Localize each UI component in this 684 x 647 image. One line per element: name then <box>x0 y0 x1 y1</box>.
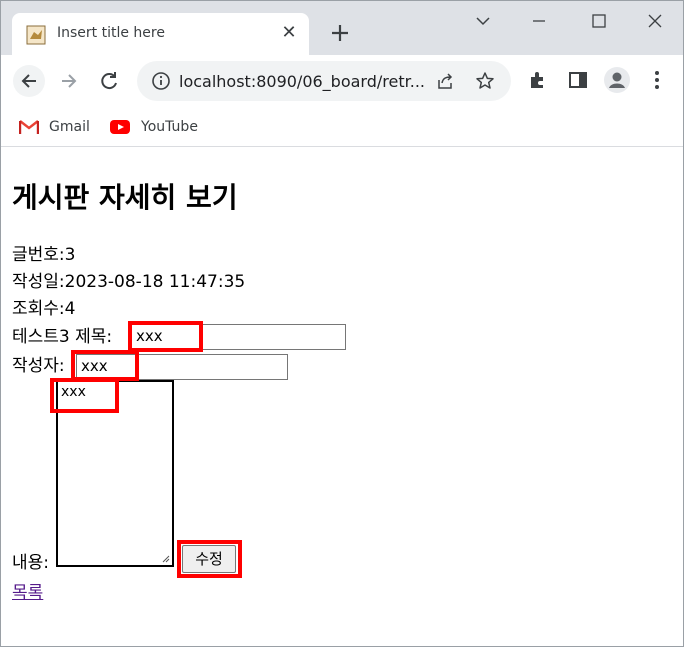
tab-search-chevron-icon[interactable] <box>463 7 503 35</box>
writer-label: 작성자: <box>12 356 65 376</box>
reload-icon[interactable] <box>93 65 125 97</box>
content-text: xxx <box>61 384 86 400</box>
title-label: 제목: <box>69 327 113 347</box>
content-textarea[interactable]: xxx <box>56 380 174 567</box>
tab-title: Insert title here <box>57 25 165 41</box>
bookmark-star-icon[interactable] <box>475 71 495 91</box>
back-arrow-icon[interactable] <box>13 65 45 97</box>
content-label: 내용: <box>12 553 50 573</box>
title-input[interactable]: xxx <box>131 324 346 350</box>
article-no-label: 글번호: <box>12 245 65 265</box>
bookmark-gmail[interactable]: Gmail <box>19 115 90 139</box>
list-link[interactable]: 목록 <box>12 578 43 603</box>
close-tab-icon[interactable]: ✕ <box>279 23 299 43</box>
title-prefix: 테스트3 <box>12 327 70 347</box>
forward-arrow-icon[interactable] <box>53 65 85 97</box>
side-panel-icon[interactable] <box>567 69 589 91</box>
maximize-icon[interactable] <box>579 7 619 35</box>
page-title: 게시판 자세히 보기 <box>12 181 238 214</box>
tab-strip: Insert title here ✕ <box>1 1 683 55</box>
article-no-row: 글번호:3 <box>12 240 75 265</box>
writer-row: 작성자: <box>12 351 65 376</box>
browser-toolbar: localhost:8090/06_board/retr... <box>1 55 683 107</box>
bookmark-label: Gmail <box>49 119 90 135</box>
youtube-icon <box>110 120 130 134</box>
modify-button[interactable]: 수정 <box>182 545 236 573</box>
url-text: localhost:8090/06_board/retr... <box>179 72 425 91</box>
views-label: 조회수: <box>12 299 65 319</box>
date-label: 작성일: <box>12 272 65 292</box>
profile-avatar-icon[interactable] <box>603 66 631 94</box>
resize-grip-icon[interactable] <box>160 553 170 563</box>
minimize-icon[interactable] <box>519 7 559 35</box>
share-icon[interactable] <box>435 71 455 91</box>
tomcat-favicon-icon <box>26 25 46 45</box>
browser-tab[interactable]: Insert title here ✕ <box>12 13 309 55</box>
bookmark-youtube[interactable]: YouTube <box>109 115 198 139</box>
title-row: 테스트3 제목: <box>12 322 112 347</box>
browser-window: Insert title here ✕ localhost:8090/06_bo… <box>0 0 684 647</box>
date-row: 작성일:2023-08-18 11:47:35 <box>12 267 245 292</box>
gmail-icon <box>19 120 39 134</box>
address-bar[interactable]: localhost:8090/06_board/retr... <box>137 61 511 101</box>
extensions-puzzle-icon[interactable] <box>527 69 549 91</box>
close-window-icon[interactable] <box>635 7 675 35</box>
content-row: 내용: <box>12 548 49 573</box>
bookmarks-bar: Gmail YouTube <box>1 107 683 147</box>
views-row: 조회수:4 <box>12 294 75 319</box>
bookmark-label: YouTube <box>141 119 198 135</box>
kebab-menu-icon[interactable] <box>647 69 667 91</box>
date-value: 2023-08-18 11:47:35 <box>64 272 246 292</box>
site-info-icon[interactable] <box>151 71 171 91</box>
article-no-value: 3 <box>64 245 76 265</box>
writer-input[interactable]: xxx <box>76 354 288 380</box>
new-tab-icon[interactable] <box>326 19 354 47</box>
page-content: 게시판 자세히 보기 글번호:3 작성일:2023-08-18 11:47:35… <box>1 148 683 646</box>
views-value: 4 <box>64 299 76 319</box>
